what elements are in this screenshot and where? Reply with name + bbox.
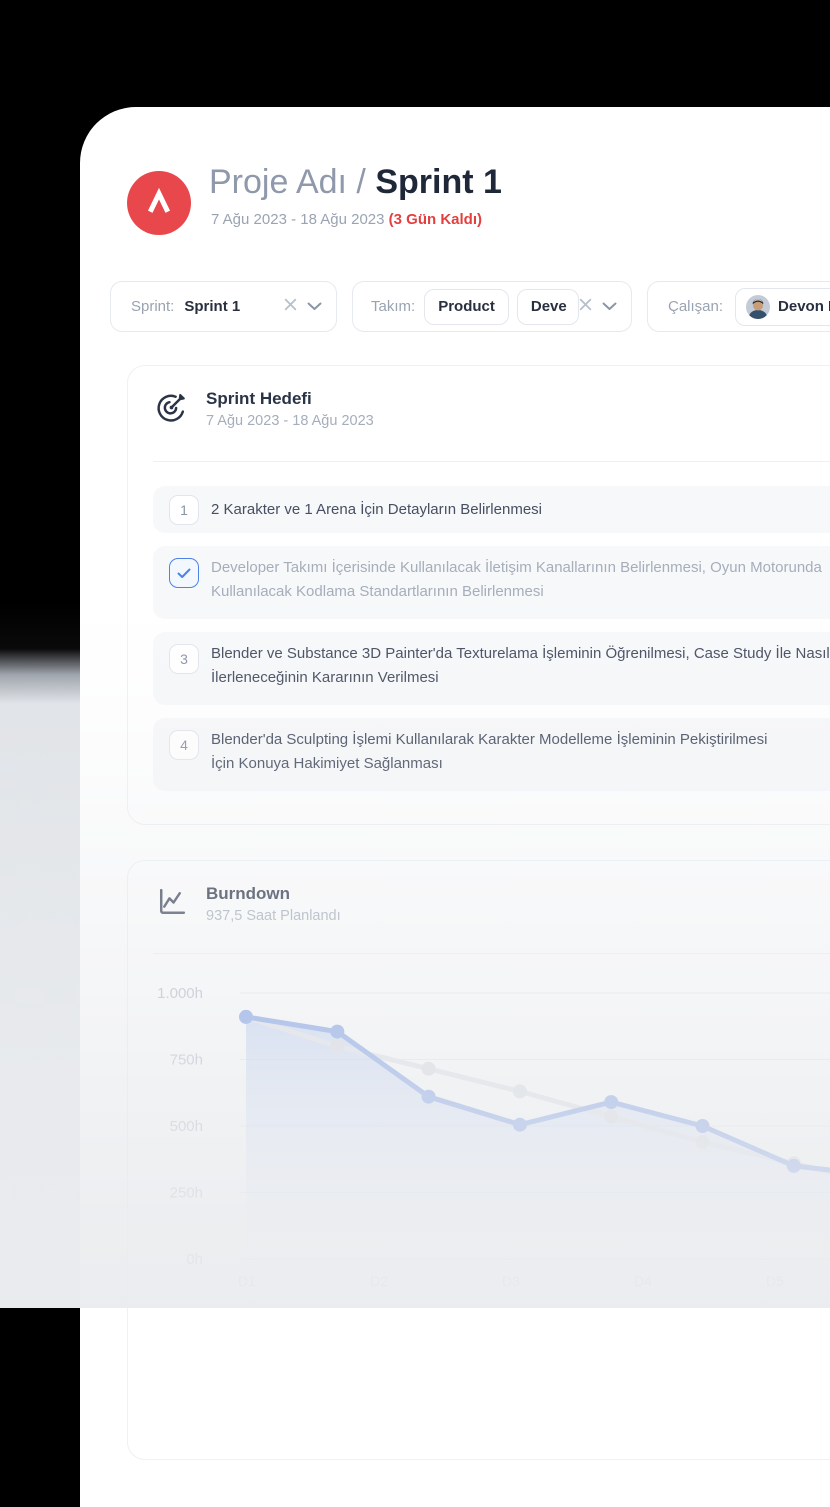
filter-sprint-label: Sprint: xyxy=(131,298,175,315)
filter-sprint-value: Sprint 1 xyxy=(184,298,241,315)
target-arrow-icon xyxy=(157,393,185,422)
svg-text:D4: D4 xyxy=(634,1273,652,1289)
sprint-goal-subtitle: 7 Ağu 2023 - 18 Ağu 2023 xyxy=(206,413,374,429)
project-name: Proje Adı xyxy=(209,163,347,201)
sprint-name: Sprint 1 xyxy=(375,163,502,201)
user-avatar xyxy=(746,294,771,319)
filter-employee-label: Çalışan: xyxy=(668,298,724,315)
team-chip-product[interactable]: Product xyxy=(424,288,509,325)
goal-item-1: 1 2 Karakter ve 1 Arena İçin Detayların … xyxy=(153,486,830,533)
goal-text-line1: Blender ve Substance 3D Painter'da Textu… xyxy=(211,645,830,662)
svg-text:750h: 750h xyxy=(170,1052,203,1069)
team-chip-developer[interactable]: Deve xyxy=(516,288,579,325)
goal-text-line2: Kullanılacak Kodlama Standartlarının Bel… xyxy=(211,583,544,600)
title-separator: / xyxy=(346,163,376,201)
page-title: Proje Adı / Sprint 1 xyxy=(209,163,502,202)
app-logo xyxy=(127,171,191,235)
burndown-card: Burndown 937,5 Saat Planlandı 1.000h 750h… xyxy=(127,860,830,1460)
burndown-title: Burndown xyxy=(206,884,291,903)
days-left-badge: (3 Gün Kaldı) xyxy=(388,211,483,228)
svg-text:D1: D1 xyxy=(238,1273,256,1289)
divider xyxy=(153,461,830,462)
date-range: 7 Ağu 2023 - 18 Ağu 2023 xyxy=(211,211,385,228)
svg-text:1.000h: 1.000h xyxy=(157,985,203,1002)
chart-area-fill xyxy=(246,1016,830,1259)
divider xyxy=(153,953,830,954)
svg-text:500h: 500h xyxy=(170,1118,203,1135)
caret-up-icon xyxy=(147,187,171,213)
filter-employee[interactable]: Çalışan: Devon La xyxy=(647,281,830,332)
filter-team[interactable]: Takım: Product Deve xyxy=(352,281,632,332)
svg-text:D5: D5 xyxy=(766,1273,784,1289)
goal-number-badge: 1 xyxy=(169,494,199,525)
sprint-goal-title: Sprint Hedefi xyxy=(206,389,312,408)
close-icon[interactable] xyxy=(579,298,592,315)
goal-item-4: 4 Blender'da Sculpting İşlemi Kullanılar… xyxy=(153,718,830,791)
goal-text: 2 Karakter ve 1 Arena İçin Detayların Be… xyxy=(211,500,542,518)
employee-name: Devon La xyxy=(778,298,830,315)
goal-text-line1: Blender'da Sculpting İşlemi Kullanılarak… xyxy=(211,731,768,748)
goal-check-badge[interactable] xyxy=(169,558,199,588)
svg-text:250h: 250h xyxy=(170,1185,203,1202)
goal-number-badge: 4 xyxy=(169,730,199,760)
goal-item-3: 3 Blender ve Substance 3D Painter'da Tex… xyxy=(153,632,830,705)
goal-text-line2: İçin Konuya Hakimiyet Sağlanması xyxy=(211,755,443,772)
line-chart-icon xyxy=(159,888,186,915)
filter-sprint[interactable]: Sprint: Sprint 1 xyxy=(110,281,337,332)
goal-number-badge: 3 xyxy=(169,644,199,674)
dashboard-card: Proje Adı / Sprint 1 7 Ağu 2023 - 18 Ağu… xyxy=(80,107,830,1507)
filter-team-label: Takım: xyxy=(371,298,416,315)
burndown-chart: 1.000h 750h 500h 250h 0h D1 D2 D3 D4 D5 xyxy=(157,985,830,1289)
chevron-down-icon[interactable] xyxy=(602,298,617,315)
svg-text:D2: D2 xyxy=(370,1273,388,1289)
close-icon[interactable] xyxy=(284,298,297,315)
employee-chip[interactable]: Devon La xyxy=(735,287,830,326)
goal-item-2: Developer Takımı İçerisinde Kullanılacak… xyxy=(153,546,830,619)
svg-text:D3: D3 xyxy=(502,1273,520,1289)
chevron-down-icon[interactable] xyxy=(307,298,322,315)
burndown-subtitle: 937,5 Saat Planlandı xyxy=(206,908,341,924)
sprint-goal-card: Sprint Hedefi 7 Ağu 2023 - 18 Ağu 2023 1… xyxy=(127,365,830,825)
sprint-dates: 7 Ağu 2023 - 18 Ağu 2023 (3 Gün Kaldı) xyxy=(211,211,482,228)
goal-list: 1 2 Karakter ve 1 Arena İçin Detayların … xyxy=(153,486,830,804)
goal-text-line1: Developer Takımı İçerisinde Kullanılacak… xyxy=(211,559,822,576)
goal-text-line2: İlerleneceğinin Kararının Verilmesi xyxy=(211,669,439,686)
svg-text:0h: 0h xyxy=(186,1251,203,1268)
